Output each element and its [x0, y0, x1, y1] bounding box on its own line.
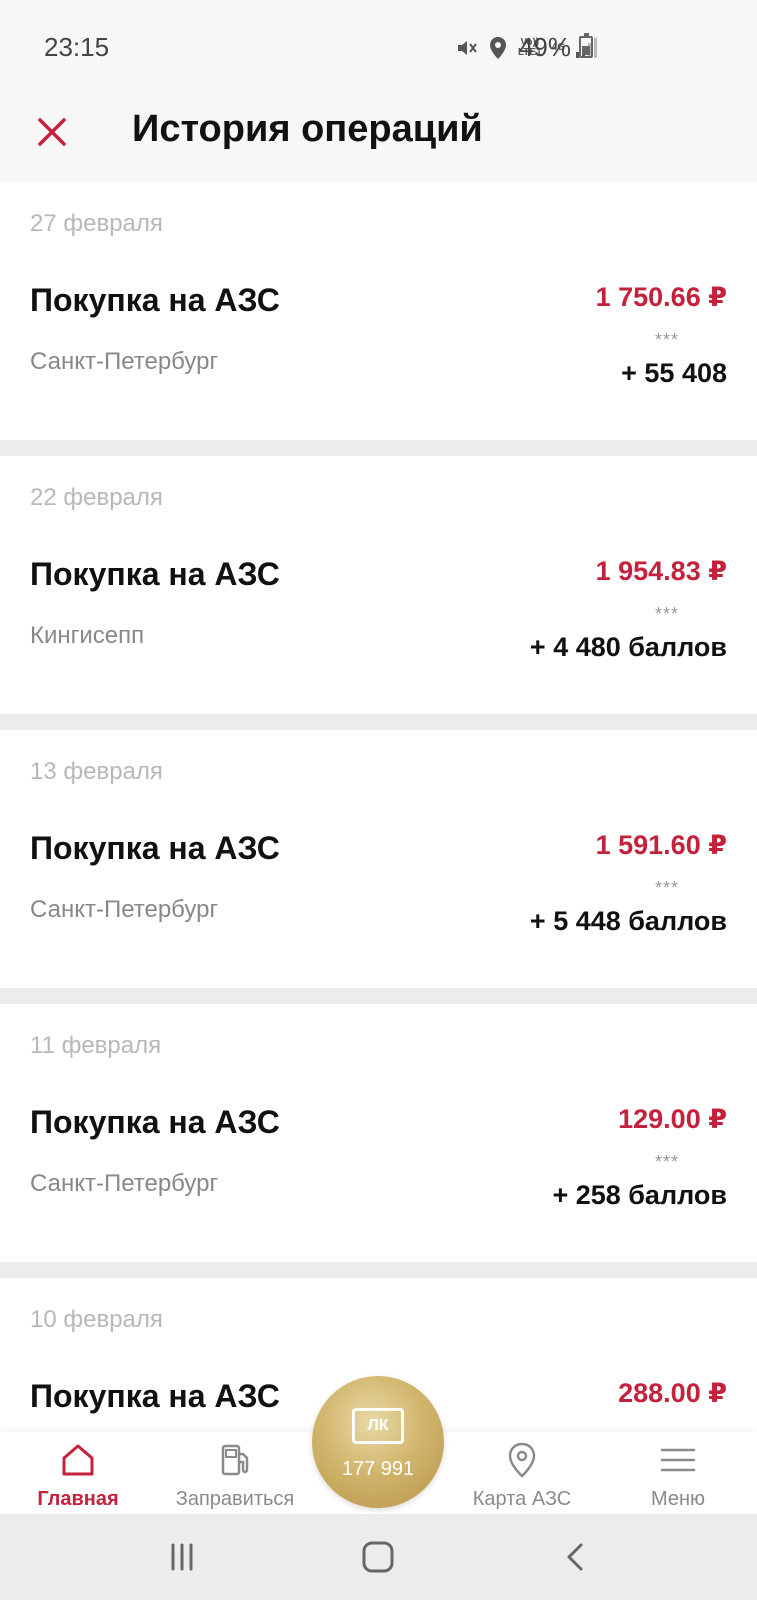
operation-title: Покупка на АЗС: [30, 830, 280, 866]
operation-amount: 1 954.83 ₽: [595, 556, 727, 586]
operation-card[interactable]: 11 февраля Покупка на АЗС Санкт-Петербур…: [0, 1004, 757, 1262]
nav-refuel[interactable]: Заправиться: [160, 1432, 310, 1514]
operation-date: 22 февраля: [30, 484, 163, 511]
nav-map-label: Карта АЗС: [472, 1488, 572, 1510]
back-chevron-icon: [567, 1543, 583, 1571]
operation-amount: 1 591.60 ₽: [595, 830, 727, 860]
operation-amount: 1 750.66 ₽: [595, 282, 727, 312]
back-button[interactable]: [546, 1534, 606, 1580]
operation-amount: 129.00 ₽: [618, 1104, 727, 1134]
battery-percent: 49%: [518, 32, 571, 62]
operation-city: Кингисепп: [30, 622, 145, 649]
operation-card[interactable]: 22 февраля Покупка на АЗС Кингисепп 1 95…: [0, 456, 757, 714]
close-button[interactable]: [30, 110, 74, 154]
nav-home-label: Главная: [37, 1488, 119, 1510]
operation-points: + 258 баллов: [552, 1180, 727, 1210]
menu-icon: [660, 1448, 696, 1472]
nav-home[interactable]: Главная: [3, 1432, 153, 1514]
operation-date: 10 февраля: [30, 1306, 163, 1333]
top-app-bar: История операций: [0, 96, 757, 182]
location-icon: [488, 36, 508, 60]
map-pin-icon: [508, 1442, 536, 1478]
operation-title: Покупка на АЗС: [30, 1378, 280, 1414]
loyalty-points-value: 177 991: [341, 1458, 415, 1480]
operation-masked: ***: [654, 604, 679, 624]
home-square-icon: [362, 1541, 394, 1573]
recent-apps-icon: [171, 1543, 193, 1571]
nav-menu-label: Меню: [650, 1488, 706, 1510]
operation-title: Покупка на АЗС: [30, 1104, 280, 1140]
operation-amount: 288.00 ₽: [618, 1378, 727, 1408]
mute-icon: [454, 36, 478, 60]
operation-title: Покупка на АЗС: [30, 556, 280, 592]
loyalty-card-button[interactable]: ЛК 177 991: [312, 1376, 444, 1508]
recent-apps-button[interactable]: [152, 1534, 212, 1580]
page-title: История операций: [132, 108, 483, 150]
home-system-button[interactable]: [348, 1534, 408, 1580]
operation-points: + 4 480 баллов: [529, 632, 727, 662]
lukoil-logo: ЛК: [352, 1408, 404, 1444]
operation-date: 13 февраля: [30, 758, 163, 785]
operation-masked: ***: [654, 330, 679, 350]
status-bar: 23:15 Vo)) LTE1 4G 49%: [0, 0, 757, 96]
operation-masked: ***: [654, 1152, 679, 1172]
operation-card[interactable]: 27 февраля Покупка на АЗС Санкт-Петербур…: [0, 182, 757, 440]
fuel-pump-icon: [221, 1444, 249, 1476]
operation-title: Покупка на АЗС: [30, 282, 280, 318]
nav-refuel-label: Заправиться: [175, 1488, 295, 1510]
operation-city: Санкт-Петербург: [30, 348, 219, 375]
home-icon: [62, 1444, 94, 1476]
close-icon: [38, 118, 66, 146]
system-navigation-bar: [0, 1514, 757, 1600]
status-time: 23:15: [44, 32, 110, 62]
operation-date: 11 февраля: [30, 1032, 162, 1059]
operation-card[interactable]: 13 февраля Покупка на АЗС Санкт-Петербур…: [0, 730, 757, 988]
nav-map[interactable]: Карта АЗС: [447, 1432, 597, 1514]
nav-menu[interactable]: Меню: [603, 1432, 753, 1514]
battery-level: [582, 46, 590, 55]
operation-masked: ***: [654, 878, 679, 898]
operation-points: + 5 448 баллов: [529, 906, 727, 936]
operation-city: Санкт-Петербург: [30, 896, 219, 923]
operation-points: + 55 408: [621, 358, 727, 388]
battery-icon: [579, 33, 593, 58]
operation-city: Санкт-Петербург: [30, 1170, 219, 1197]
operation-date: 27 февраля: [30, 210, 163, 237]
